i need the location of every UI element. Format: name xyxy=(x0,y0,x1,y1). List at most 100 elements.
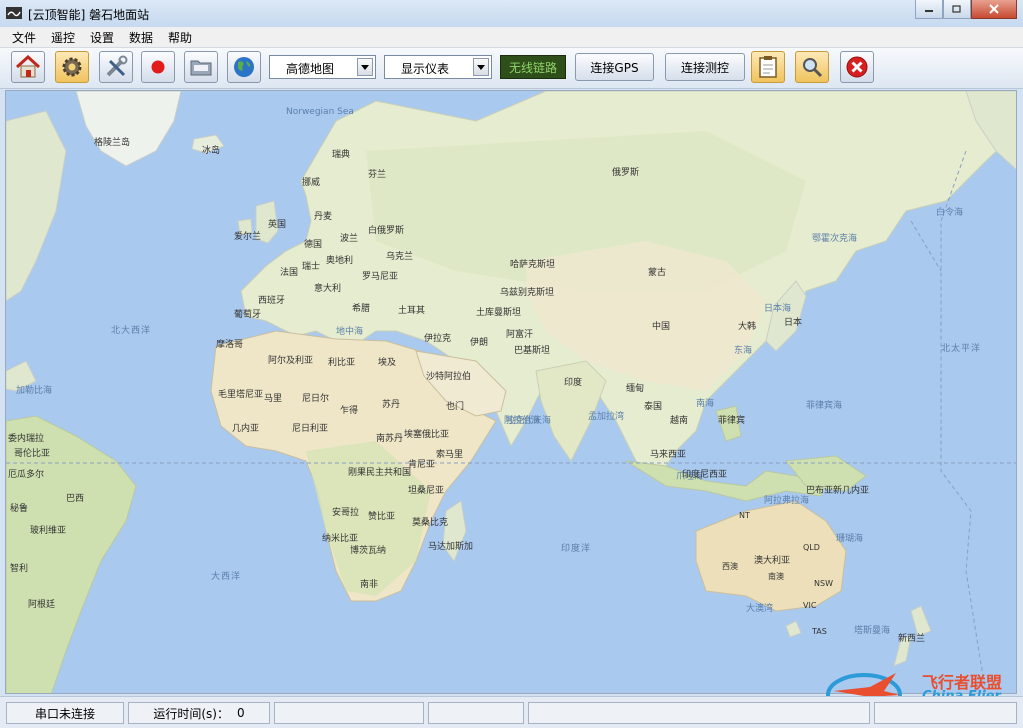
country-label: 乌克兰 xyxy=(386,252,414,262)
menu-help[interactable]: 帮助 xyxy=(168,29,192,46)
country-label: 南苏丹 xyxy=(376,434,404,444)
country-label: 瑞典 xyxy=(332,150,351,160)
sea-label: 塔斯曼海 xyxy=(854,626,891,636)
settings-button[interactable] xyxy=(55,51,89,83)
region-label: VIC xyxy=(803,601,817,610)
country-label: 毛里塔尼亚 xyxy=(218,390,264,400)
country-label: 厄瓜多尔 xyxy=(8,470,45,480)
menu-file[interactable]: 文件 xyxy=(12,29,36,46)
ocean-label: 大西洋 xyxy=(211,572,242,582)
sea-label: 孟加拉湾 xyxy=(588,412,625,422)
country-label: 土耳其 xyxy=(398,306,426,316)
close-icon xyxy=(989,4,999,14)
runtime-label: 运行时间(s)： xyxy=(153,706,229,721)
country-label: 越南 xyxy=(670,416,689,426)
country-label: 沙特阿拉伯 xyxy=(426,372,472,382)
sea-label: 日本海 xyxy=(764,304,792,314)
clipboard-button[interactable] xyxy=(751,51,785,83)
country-label: 乍得 xyxy=(340,406,359,416)
country-label: 阿富汗 xyxy=(506,330,534,340)
country-label: 埃塞俄比亚 xyxy=(404,430,450,440)
clipboard-icon xyxy=(759,56,777,78)
country-label: 伊拉克 xyxy=(424,334,452,344)
status-cell-empty xyxy=(874,702,1017,724)
sea-label: 东海 xyxy=(734,346,753,356)
maximize-button[interactable] xyxy=(943,0,971,19)
country-label: 马达加斯加 xyxy=(428,542,474,552)
minimize-button[interactable] xyxy=(915,0,943,19)
country-label: 坦桑尼亚 xyxy=(408,486,445,496)
country-label: 奥地利 xyxy=(326,256,354,266)
close-circle-icon xyxy=(846,56,868,78)
tools-button[interactable] xyxy=(99,51,133,83)
country-label: 也门 xyxy=(446,402,465,412)
region-label: 南澳 xyxy=(768,572,784,581)
country-label: 阿根廷 xyxy=(28,600,56,610)
sea-label: 白令海 xyxy=(936,208,964,218)
open-log-button[interactable] xyxy=(184,51,218,83)
country-label: 南非 xyxy=(360,580,379,590)
sea-label: 加勒比海 xyxy=(16,386,53,396)
home-button[interactable] xyxy=(11,51,45,83)
country-label: 几内亚 xyxy=(232,424,260,434)
country-label: 中国 xyxy=(652,322,671,332)
sea-label: 阿拉弗拉海 xyxy=(764,496,810,506)
minimize-icon xyxy=(925,10,933,12)
country-label: 安哥拉 xyxy=(332,508,360,518)
globe-button[interactable] xyxy=(227,51,261,83)
serial-status: 串口未连接 xyxy=(6,702,124,724)
link-status-indicator: 无线链路 xyxy=(500,55,566,79)
menu-settings[interactable]: 设置 xyxy=(90,29,114,46)
status-cell-empty xyxy=(274,702,424,724)
record-button[interactable] xyxy=(141,51,175,83)
chevron-down-icon[interactable] xyxy=(357,58,373,76)
ocean-label: 北太平洋 xyxy=(941,344,982,354)
exit-button[interactable] xyxy=(840,51,874,83)
map-view[interactable]: 北大西洋 北太平洋 大西洋 印度洋 Norwegian Sea 阿拉伯海 孟加拉… xyxy=(5,90,1017,694)
country-label: 希腊 xyxy=(352,304,371,314)
app-icon xyxy=(6,7,22,19)
sea-label: 大澳湾 xyxy=(746,604,774,614)
country-label: 阿尔及利亚 xyxy=(268,356,314,366)
gear-icon xyxy=(62,57,82,77)
region-label: TAS xyxy=(812,627,827,636)
home-icon xyxy=(15,55,41,78)
connect-telemetry-button[interactable]: 连接测控 xyxy=(665,53,745,81)
country-label: 挪威 xyxy=(302,178,321,188)
zoom-button[interactable] xyxy=(795,51,829,83)
country-label: 尼日尔 xyxy=(302,394,330,404)
menu-remote[interactable]: 遥控 xyxy=(51,29,75,46)
country-label: 瑞士 xyxy=(302,262,321,272)
chevron-down-icon[interactable] xyxy=(473,58,489,76)
window-controls xyxy=(915,0,1017,20)
country-label: 尼日利亚 xyxy=(292,424,329,434)
country-label: 菲律宾 xyxy=(718,416,746,426)
region-label: 西澳 xyxy=(722,562,738,571)
country-label: 伊朗 xyxy=(470,338,489,348)
country-label: 苏丹 xyxy=(382,400,401,410)
region-label: QLD xyxy=(803,543,820,552)
menu-data[interactable]: 数据 xyxy=(129,29,153,46)
country-label: 哈萨克斯坦 xyxy=(510,260,556,270)
connect-gps-button[interactable]: 连接GPS xyxy=(575,53,654,81)
sea-label: 地中海 xyxy=(336,327,364,337)
country-label: 委内瑞拉 xyxy=(8,434,45,444)
country-label: 玻利维亚 xyxy=(30,526,67,536)
map-source-value: 高德地图 xyxy=(286,62,335,76)
map-source-select[interactable]: 高德地图 xyxy=(269,55,376,79)
toolbar: 高德地图 显示仪表 无线链路 连接GPS 连接测控 xyxy=(0,48,1023,89)
close-window-button[interactable] xyxy=(971,0,1017,19)
country-label: 印度尼西亚 xyxy=(682,470,728,480)
display-mode-select[interactable]: 显示仪表 xyxy=(384,55,492,79)
sea-label: 南海 xyxy=(696,399,715,409)
country-label: 缅甸 xyxy=(626,384,645,394)
country-label: 丹麦 xyxy=(314,212,333,222)
country-label: 哥伦比亚 xyxy=(14,449,51,459)
country-label: 埃及 xyxy=(378,358,397,368)
display-mode-value: 显示仪表 xyxy=(401,62,450,76)
country-label: 波兰 xyxy=(340,234,359,244)
country-label: 俄罗斯 xyxy=(612,168,640,178)
ocean-label: 北大西洋 xyxy=(111,326,152,336)
country-label: 土库曼斯坦 xyxy=(476,308,522,318)
country-label: 罗马尼亚 xyxy=(362,272,399,282)
